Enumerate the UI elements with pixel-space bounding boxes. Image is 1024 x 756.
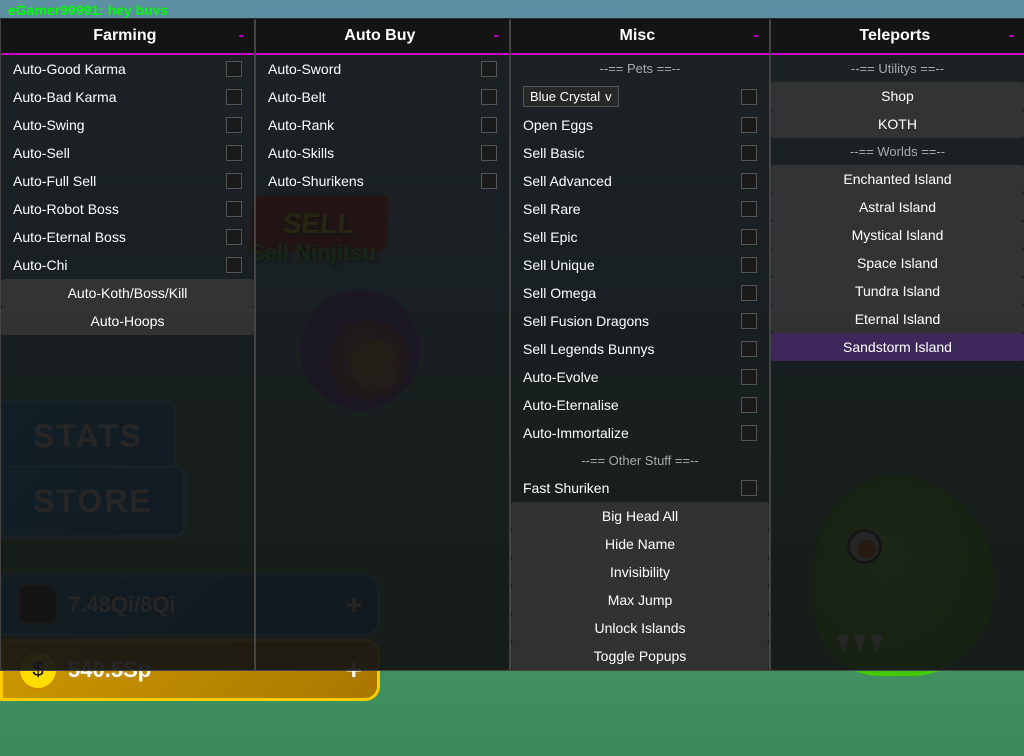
misc-item-sell-omega[interactable]: Sell Omega	[511, 279, 769, 307]
worlds-header: --== Worlds ==--	[771, 138, 1024, 165]
auto-buy-item-skills[interactable]: Auto-Skills	[256, 139, 509, 167]
farming-panel: Farming - Auto-Good Karma Auto-Bad Karma…	[0, 18, 255, 671]
farming-item-eternal-boss[interactable]: Auto-Eternal Boss	[1, 223, 254, 251]
teleports-title: Teleports	[781, 27, 1009, 45]
teleport-item-sandstorm[interactable]: Sandstorm Island	[771, 333, 1024, 361]
farming-item-full-sell[interactable]: Auto-Full Sell	[1, 167, 254, 195]
panels-container: Farming - Auto-Good Karma Auto-Bad Karma…	[0, 18, 1024, 671]
farming-header: Farming -	[1, 19, 254, 55]
auto-buy-item-shurikens[interactable]: Auto-Shurikens	[256, 167, 509, 195]
misc-item-auto-immortalize[interactable]: Auto-Immortalize	[511, 419, 769, 447]
misc-checkbox-sell-rare[interactable]	[741, 201, 757, 217]
misc-item-sell-rare[interactable]: Sell Rare	[511, 195, 769, 223]
farming-item-good-karma[interactable]: Auto-Good Karma	[1, 55, 254, 83]
misc-checkbox-sell-epic[interactable]	[741, 229, 757, 245]
misc-checkbox-open-eggs[interactable]	[741, 117, 757, 133]
auto-buy-checkbox-belt[interactable]	[481, 89, 497, 105]
misc-item-hide-name[interactable]: Hide Name	[511, 530, 769, 558]
auto-buy-checkbox-sword[interactable]	[481, 61, 497, 77]
other-stuff-header: --== Other Stuff ==--	[511, 447, 769, 474]
farming-close[interactable]: -	[239, 27, 244, 45]
misc-item-sell-legends[interactable]: Sell Legends Bunnys	[511, 335, 769, 363]
misc-header: Misc -	[511, 19, 769, 55]
teleports-close[interactable]: -	[1009, 27, 1014, 45]
farming-title: Farming	[11, 27, 239, 45]
teleport-item-astral[interactable]: Astral Island	[771, 193, 1024, 221]
misc-close[interactable]: -	[754, 27, 759, 45]
farming-checkbox-full-sell[interactable]	[226, 173, 242, 189]
teleport-item-koth[interactable]: KOTH	[771, 110, 1024, 138]
farming-item-hoops[interactable]: Auto-Hoops	[1, 307, 254, 335]
pet-dropdown-row: Blue Crystal v	[511, 82, 769, 111]
auto-buy-item-sword[interactable]: Auto-Sword	[256, 55, 509, 83]
misc-item-big-head[interactable]: Big Head All	[511, 502, 769, 530]
misc-item-sell-basic[interactable]: Sell Basic	[511, 139, 769, 167]
misc-checkbox-auto-eternalise[interactable]	[741, 397, 757, 413]
teleport-item-tundra[interactable]: Tundra Island	[771, 277, 1024, 305]
farming-checkbox-chi[interactable]	[226, 257, 242, 273]
farming-item-chi[interactable]: Auto-Chi	[1, 251, 254, 279]
misc-checkbox-sell-advanced[interactable]	[741, 173, 757, 189]
farming-checkbox-eternal-boss[interactable]	[226, 229, 242, 245]
auto-buy-checkbox-rank[interactable]	[481, 117, 497, 133]
pet-dropdown[interactable]: Blue Crystal v	[523, 86, 619, 107]
username-bar: eGamer99991: hey buvs	[0, 0, 1024, 20]
farming-item-koth[interactable]: Auto-Koth/Boss/Kill	[1, 279, 254, 307]
misc-item-auto-evolve[interactable]: Auto-Evolve	[511, 363, 769, 391]
auto-buy-panel: Auto Buy - Auto-Sword Auto-Belt Auto-Ran…	[255, 18, 510, 671]
misc-panel: Misc - --== Pets ==-- Blue Crystal v Ope…	[510, 18, 770, 671]
farming-item-bad-karma[interactable]: Auto-Bad Karma	[1, 83, 254, 111]
farming-item-swing[interactable]: Auto-Swing	[1, 111, 254, 139]
teleport-item-enchanted[interactable]: Enchanted Island	[771, 165, 1024, 193]
misc-title: Misc	[521, 27, 754, 45]
auto-buy-close[interactable]: -	[494, 27, 499, 45]
misc-checkbox-fast-shuriken[interactable]	[741, 480, 757, 496]
misc-checkbox-sell-fusion[interactable]	[741, 313, 757, 329]
pet-dropdown-checkbox[interactable]	[741, 89, 757, 105]
teleport-item-space[interactable]: Space Island	[771, 249, 1024, 277]
misc-item-sell-advanced[interactable]: Sell Advanced	[511, 167, 769, 195]
misc-checkbox-auto-immortalize[interactable]	[741, 425, 757, 441]
farming-checkbox-bad-karma[interactable]	[226, 89, 242, 105]
auto-buy-checkbox-skills[interactable]	[481, 145, 497, 161]
misc-item-sell-unique[interactable]: Sell Unique	[511, 251, 769, 279]
misc-item-unlock-islands[interactable]: Unlock Islands	[511, 614, 769, 642]
misc-item-sell-fusion[interactable]: Sell Fusion Dragons	[511, 307, 769, 335]
misc-checkbox-auto-evolve[interactable]	[741, 369, 757, 385]
pets-header: --== Pets ==--	[511, 55, 769, 82]
misc-item-max-jump[interactable]: Max Jump	[511, 586, 769, 614]
misc-item-auto-eternalise[interactable]: Auto-Eternalise	[511, 391, 769, 419]
teleport-item-eternal[interactable]: Eternal Island	[771, 305, 1024, 333]
farming-checkbox-swing[interactable]	[226, 117, 242, 133]
auto-buy-header: Auto Buy -	[256, 19, 509, 55]
misc-checkbox-sell-omega[interactable]	[741, 285, 757, 301]
teleport-item-mystical[interactable]: Mystical Island	[771, 221, 1024, 249]
teleports-header: Teleports -	[771, 19, 1024, 55]
auto-buy-checkbox-shurikens[interactable]	[481, 173, 497, 189]
farming-item-robot-boss[interactable]: Auto-Robot Boss	[1, 195, 254, 223]
misc-item-toggle-popups[interactable]: Toggle Popups	[511, 642, 769, 670]
teleport-item-shop[interactable]: Shop	[771, 82, 1024, 110]
misc-checkbox-sell-legends[interactable]	[741, 341, 757, 357]
teleports-panel: Teleports - --== Utilitys ==-- Shop KOTH…	[770, 18, 1024, 671]
farming-checkbox-robot-boss[interactable]	[226, 201, 242, 217]
farming-item-sell[interactable]: Auto-Sell	[1, 139, 254, 167]
misc-item-fast-shuriken[interactable]: Fast Shuriken	[511, 474, 769, 502]
farming-checkbox-good-karma[interactable]	[226, 61, 242, 77]
misc-item-open-eggs[interactable]: Open Eggs	[511, 111, 769, 139]
auto-buy-title: Auto Buy	[266, 27, 494, 45]
misc-item-invisibility[interactable]: Invisibility	[511, 558, 769, 586]
misc-checkbox-sell-basic[interactable]	[741, 145, 757, 161]
username-text: eGamer99991: hey buvs	[8, 2, 168, 18]
farming-checkbox-sell[interactable]	[226, 145, 242, 161]
misc-item-sell-epic[interactable]: Sell Epic	[511, 223, 769, 251]
auto-buy-item-rank[interactable]: Auto-Rank	[256, 111, 509, 139]
auto-buy-item-belt[interactable]: Auto-Belt	[256, 83, 509, 111]
misc-checkbox-sell-unique[interactable]	[741, 257, 757, 273]
utilitys-header: --== Utilitys ==--	[771, 55, 1024, 82]
